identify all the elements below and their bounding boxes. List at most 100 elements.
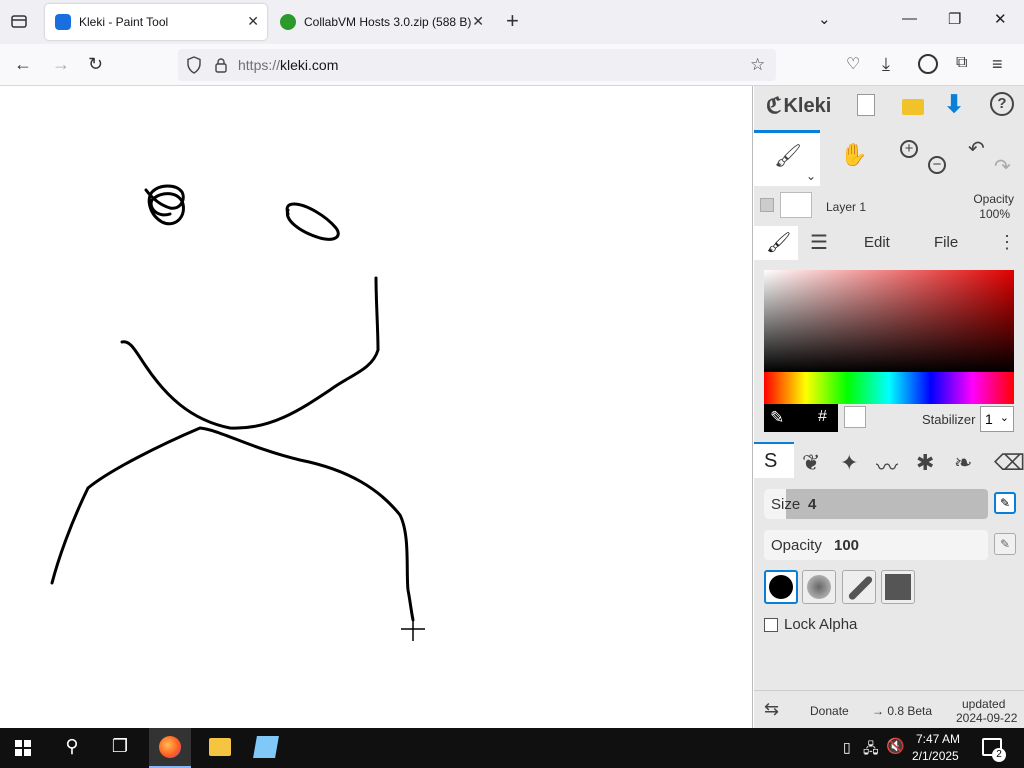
size-slider[interactable]: Size 4 — [764, 489, 988, 519]
clock-date[interactable]: 2/1/2025 — [912, 749, 959, 763]
windows-taskbar: ⚲ ❐ ▯ 🖧 🔇 7:47 AM 2/1/2025 2 — [0, 728, 1024, 768]
pen-brush-tab[interactable]: S — [754, 442, 794, 478]
tab-collabvm[interactable]: CollabVM Hosts 3.0.zip (588 B) ✕ — [270, 4, 492, 40]
blend-brush-icon[interactable]: ❦ — [802, 450, 820, 476]
help-icon[interactable]: ? — [990, 92, 1014, 116]
kleki-favicon-icon — [55, 14, 71, 30]
layer-opacity-value: 100% — [979, 207, 1010, 221]
updated-date: 2024-09-22 — [956, 711, 1018, 725]
tab-kleki[interactable]: Kleki - Paint Tool ✕ — [45, 4, 267, 40]
close-tab-icon[interactable]: ✕ — [247, 13, 259, 30]
opacity-label: Opacity — [771, 537, 822, 554]
secondary-color-swatch[interactable] — [844, 406, 866, 428]
downloads-icon[interactable]: ⤓ — [882, 54, 890, 75]
primary-color-swatch[interactable]: ✎ # — [764, 404, 838, 432]
shield-icon[interactable] — [186, 56, 202, 79]
eyedropper-icon[interactable]: ✎ — [770, 408, 784, 428]
close-tab-icon[interactable]: ✕ — [472, 13, 484, 30]
network-icon[interactable]: 🖧 — [863, 738, 879, 762]
brush-tool-button[interactable]: 🖌 ⌄ — [754, 130, 820, 186]
redo-icon[interactable]: ↷ — [994, 154, 1011, 179]
chevron-down-icon[interactable]: ⌄ — [806, 169, 816, 183]
opacity-pressure-toggle-icon[interactable]: ✎ — [994, 533, 1016, 555]
notepad-taskbar-icon[interactable] — [253, 736, 279, 758]
pencil-brush-shape[interactable] — [842, 570, 876, 604]
kleki-logo[interactable]: ℭ Kleki — [766, 93, 831, 119]
square-brush-icon — [885, 574, 911, 600]
smile-stroke — [120, 276, 380, 430]
back-icon[interactable]: ← — [14, 54, 32, 75]
scribble-stroke — [144, 184, 185, 226]
zoom-in-icon[interactable]: + — [900, 140, 918, 158]
smudge-brush-icon[interactable]: ❧ — [954, 450, 972, 476]
kleki-panel: ℭ Kleki ⬇ ? 🖌 ⌄ ✋ + − ↶ ↷ Layer 1 Opacit… — [754, 86, 1024, 728]
kleki-logo-text: Kleki — [783, 94, 832, 117]
open-folder-icon[interactable] — [902, 99, 924, 115]
hex-input-button[interactable]: # — [818, 408, 827, 426]
lock-icon[interactable] — [214, 57, 228, 78]
url-text[interactable]: https://kleki.com — [238, 57, 338, 73]
tab-title: CollabVM Hosts 3.0.zip (588 B) — [304, 15, 472, 29]
sketchy-brush-icon[interactable]: ✦ — [840, 450, 858, 476]
size-pressure-toggle-icon[interactable]: ✎ — [994, 492, 1016, 514]
layer-visibility-checkbox[interactable] — [760, 198, 774, 212]
account-icon[interactable] — [918, 54, 938, 74]
drawing-canvas[interactable] — [0, 86, 753, 728]
opacity-slider[interactable]: Opacity 100 — [764, 530, 988, 560]
menu-icon[interactable]: ≡ — [992, 54, 1003, 75]
swap-side-icon[interactable]: ⇆ — [764, 699, 779, 720]
stabilizer-value: 1 — [985, 411, 993, 427]
tab-brush[interactable]: 🖌 — [754, 226, 798, 260]
extensions-icon[interactable]: ⧉ — [956, 54, 967, 72]
undo-icon[interactable]: ↶ — [968, 136, 985, 161]
crosshair-cursor-icon — [401, 617, 425, 641]
zoom-out-icon[interactable]: − — [928, 156, 946, 174]
download-icon[interactable]: ⬇ — [944, 90, 964, 119]
pixel-brush-icon[interactable]: 〰 — [876, 450, 898, 482]
version-button[interactable]: → 0.8 Beta — [872, 704, 932, 718]
bookmark-star-icon[interactable]: ☆ — [750, 55, 765, 75]
lock-alpha-checkbox[interactable] — [764, 618, 778, 632]
size-label: Size — [771, 496, 801, 513]
tab-overview-icon[interactable] — [10, 12, 28, 30]
hand-tool-icon[interactable]: ✋ — [840, 142, 867, 168]
hue-slider[interactable] — [764, 372, 1014, 404]
square-brush-shape[interactable] — [881, 570, 915, 604]
donate-button[interactable]: Donate — [810, 704, 849, 718]
round-brush-shape[interactable] — [764, 570, 798, 604]
search-icon[interactable]: ⚲ — [59, 736, 85, 760]
list-tabs-chevron-icon[interactable]: ⌄ — [818, 10, 831, 28]
volume-muted-icon[interactable]: 🔇 — [886, 737, 905, 755]
new-tab-button[interactable]: + — [506, 8, 519, 34]
clock-time[interactable]: 7:47 AM — [916, 732, 960, 746]
battery-icon[interactable]: ▯ — [843, 739, 851, 756]
firefox-icon — [159, 736, 181, 758]
brush-icon: 🖌 — [774, 143, 802, 168]
task-view-icon[interactable]: ❐ — [107, 736, 133, 760]
close-window-icon[interactable]: ✕ — [994, 10, 1007, 28]
restore-icon[interactable]: ❐ — [948, 10, 961, 28]
reload-icon[interactable]: ↻ — [88, 54, 103, 75]
firefox-taskbar-icon[interactable] — [149, 728, 191, 768]
notification-badge: 2 — [992, 748, 1006, 762]
layer-row[interactable]: Layer 1 Opacity 100% — [754, 186, 1024, 226]
layers-icon[interactable]: ☰ — [810, 230, 828, 255]
new-image-icon[interactable] — [857, 94, 875, 116]
stabilizer-select[interactable]: 1 ⌄ — [980, 406, 1014, 432]
chemy-brush-icon[interactable]: ✱ — [916, 450, 934, 476]
pocket-icon[interactable]: ♡ — [846, 54, 860, 74]
file-explorer-icon[interactable] — [209, 738, 231, 756]
tab-file[interactable]: File — [934, 234, 958, 251]
minimize-icon[interactable]: — — [902, 10, 917, 27]
url-bar[interactable]: https://kleki.com ☆ — [178, 49, 776, 81]
pencil-brush-icon — [847, 574, 874, 602]
more-vertical-icon[interactable]: ⋮ — [998, 232, 1016, 253]
color-picker[interactable] — [764, 270, 1014, 372]
forward-icon[interactable]: → — [52, 54, 70, 75]
tab-edit[interactable]: Edit — [864, 234, 890, 251]
soft-brush-shape[interactable] — [802, 570, 836, 604]
eraser-icon[interactable]: ⌫ — [994, 450, 1024, 476]
lock-alpha-label[interactable]: Lock Alpha — [784, 616, 857, 633]
panel-footer: ⇆ Donate → 0.8 Beta updated 2024-09-22 — [754, 690, 1024, 728]
start-windows-icon[interactable] — [15, 740, 31, 756]
